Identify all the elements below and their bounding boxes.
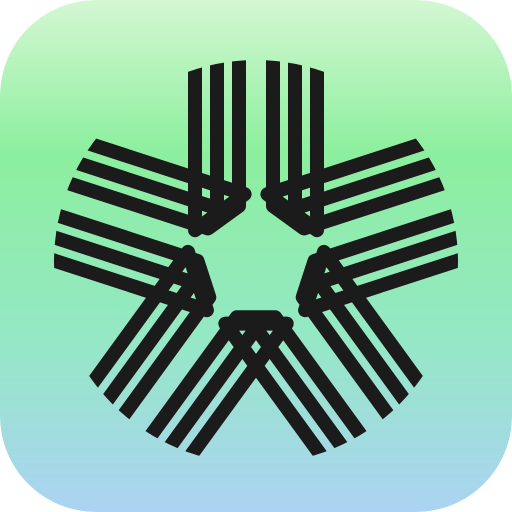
app-icon[interactable] <box>0 0 512 512</box>
icon-background <box>0 0 512 512</box>
star-stripes-logo-icon <box>0 0 512 512</box>
